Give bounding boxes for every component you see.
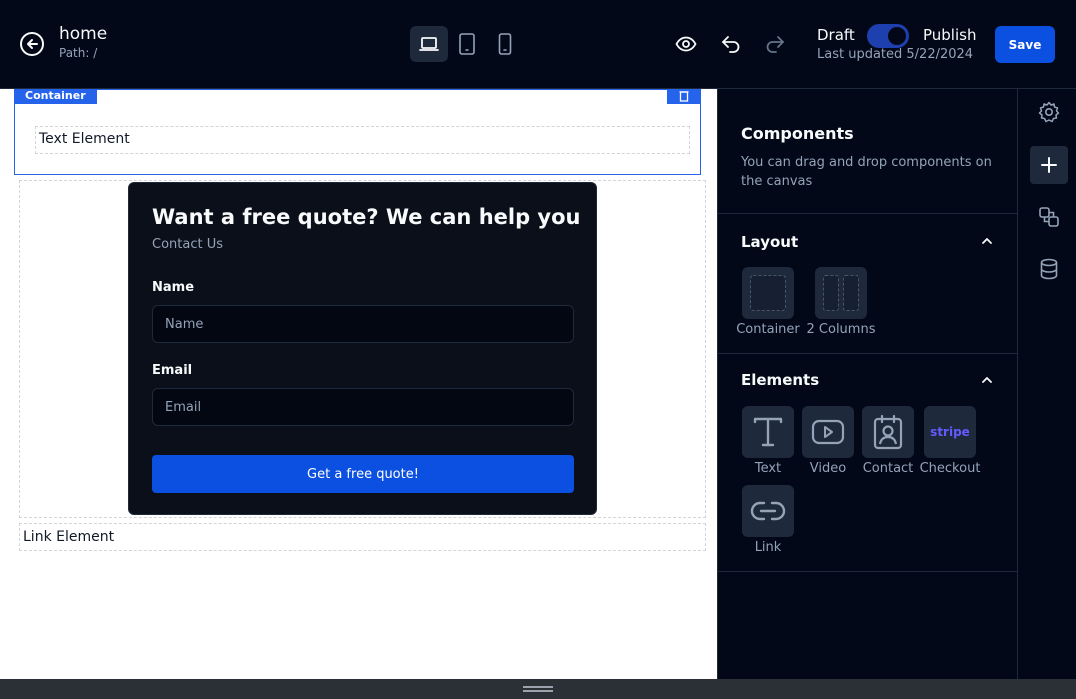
elements-section: Elements Text Video Contact stripe Check… [718, 354, 1018, 572]
element-tile-contact[interactable]: Contact [861, 406, 915, 476]
layout-tile-label: 2 Columns [806, 322, 876, 337]
settings-rail-button[interactable] [1030, 93, 1068, 131]
element-tile-label: Video [809, 461, 847, 476]
redo-button[interactable] [763, 32, 787, 56]
element-tile-label: Link [754, 540, 782, 555]
elements-section-title: Elements [741, 371, 820, 389]
components-title: Components [741, 124, 854, 143]
arrow-left-icon [27, 39, 38, 49]
add-components-rail-button[interactable] [1030, 146, 1068, 184]
element-tile-text[interactable]: Text [741, 406, 795, 476]
name-input[interactable] [152, 305, 574, 343]
undo-button[interactable] [719, 32, 743, 56]
stripe-icon: stripe [924, 406, 976, 458]
layout-section-title: Layout [741, 233, 799, 251]
preview-button[interactable] [674, 32, 698, 56]
two-columns-icon [823, 275, 859, 311]
element-tile-link[interactable]: Link [741, 485, 795, 555]
text-icon [753, 417, 783, 447]
eye-icon [675, 36, 697, 52]
tablet-icon [459, 33, 475, 55]
back-button[interactable] [20, 32, 44, 56]
chevron-up-icon[interactable] [980, 234, 994, 248]
editor-icon-rail [1017, 89, 1076, 679]
video-icon [811, 419, 845, 445]
text-element[interactable]: Text Element [35, 126, 690, 154]
components-header: Components You can drag and drop compone… [718, 89, 1018, 214]
settings-icon [1038, 101, 1060, 123]
device-switcher [410, 26, 524, 62]
contact-form-subtitle: Contact Us [152, 237, 223, 252]
layout-tile-2-columns[interactable]: 2 Columns [807, 267, 875, 337]
layout-tile-container[interactable]: Container [736, 267, 800, 337]
page-path: Path: / [59, 46, 98, 60]
two-columns-icon-box [815, 267, 867, 319]
element-tile-label: Checkout [919, 461, 981, 476]
publish-label: Publish [923, 26, 977, 44]
components-panel: Components You can drag and drop compone… [717, 89, 1018, 679]
email-label: Email [152, 363, 193, 378]
element-tile-checkout[interactable]: stripe Checkout [920, 406, 980, 476]
name-label: Name [152, 280, 195, 295]
mobile-view-button[interactable] [486, 26, 524, 62]
tablet-view-button[interactable] [448, 26, 486, 62]
contact-form-card[interactable]: Want a free quote? We can help you Conta… [128, 182, 597, 515]
plus-icon [1041, 157, 1057, 173]
chevron-up-icon[interactable] [980, 373, 994, 387]
link-icon-box [742, 485, 794, 537]
undo-icon [722, 36, 740, 53]
desktop-view-button[interactable] [410, 26, 448, 62]
layers-icon [1039, 207, 1059, 227]
panel-resize-handle[interactable] [0, 679, 1076, 699]
contact-form-title: Want a free quote? We can help you [152, 205, 581, 229]
database-rail-button[interactable] [1030, 250, 1068, 288]
container-icon [750, 275, 786, 311]
element-tile-label: Text [754, 461, 782, 476]
editor-canvas[interactable]: Container Text Element Want a free quote… [0, 89, 717, 679]
trash-icon [679, 91, 689, 102]
grip-icon [523, 686, 553, 692]
editor-topbar: home Path: / Draft Publish Last updated … [0, 0, 1076, 89]
publish-toggle[interactable] [867, 24, 909, 48]
link-element[interactable]: Link Element [19, 523, 706, 551]
stripe-logo-text: stripe [930, 425, 970, 439]
redo-icon [766, 36, 784, 53]
last-updated-text: Last updated 5/22/2024 [817, 47, 974, 62]
laptop-icon [419, 37, 439, 51]
save-button[interactable]: Save [995, 26, 1055, 63]
phone-icon [498, 33, 512, 55]
email-input[interactable] [152, 388, 574, 426]
text-icon-box [742, 406, 794, 458]
container-badge: Container [14, 89, 97, 104]
link-icon [750, 501, 786, 521]
layout-tile-label: Container [736, 322, 800, 337]
draft-label: Draft [817, 26, 855, 44]
element-tile-label: Contact [862, 461, 914, 476]
database-icon [1040, 258, 1058, 280]
components-description: You can drag and drop components on the … [741, 155, 992, 189]
get-quote-button[interactable]: Get a free quote! [152, 455, 574, 493]
page-name: home [59, 24, 108, 44]
layout-section: Layout Container 2 Columns [718, 214, 1018, 354]
toggle-knob [888, 27, 906, 45]
layers-rail-button[interactable] [1030, 198, 1068, 236]
container-icon-box [742, 267, 794, 319]
element-tile-video[interactable]: Video [801, 406, 855, 476]
delete-container-button[interactable] [667, 89, 701, 104]
video-icon-box [802, 406, 854, 458]
contact-icon-box [862, 406, 914, 458]
contact-icon [873, 414, 903, 450]
